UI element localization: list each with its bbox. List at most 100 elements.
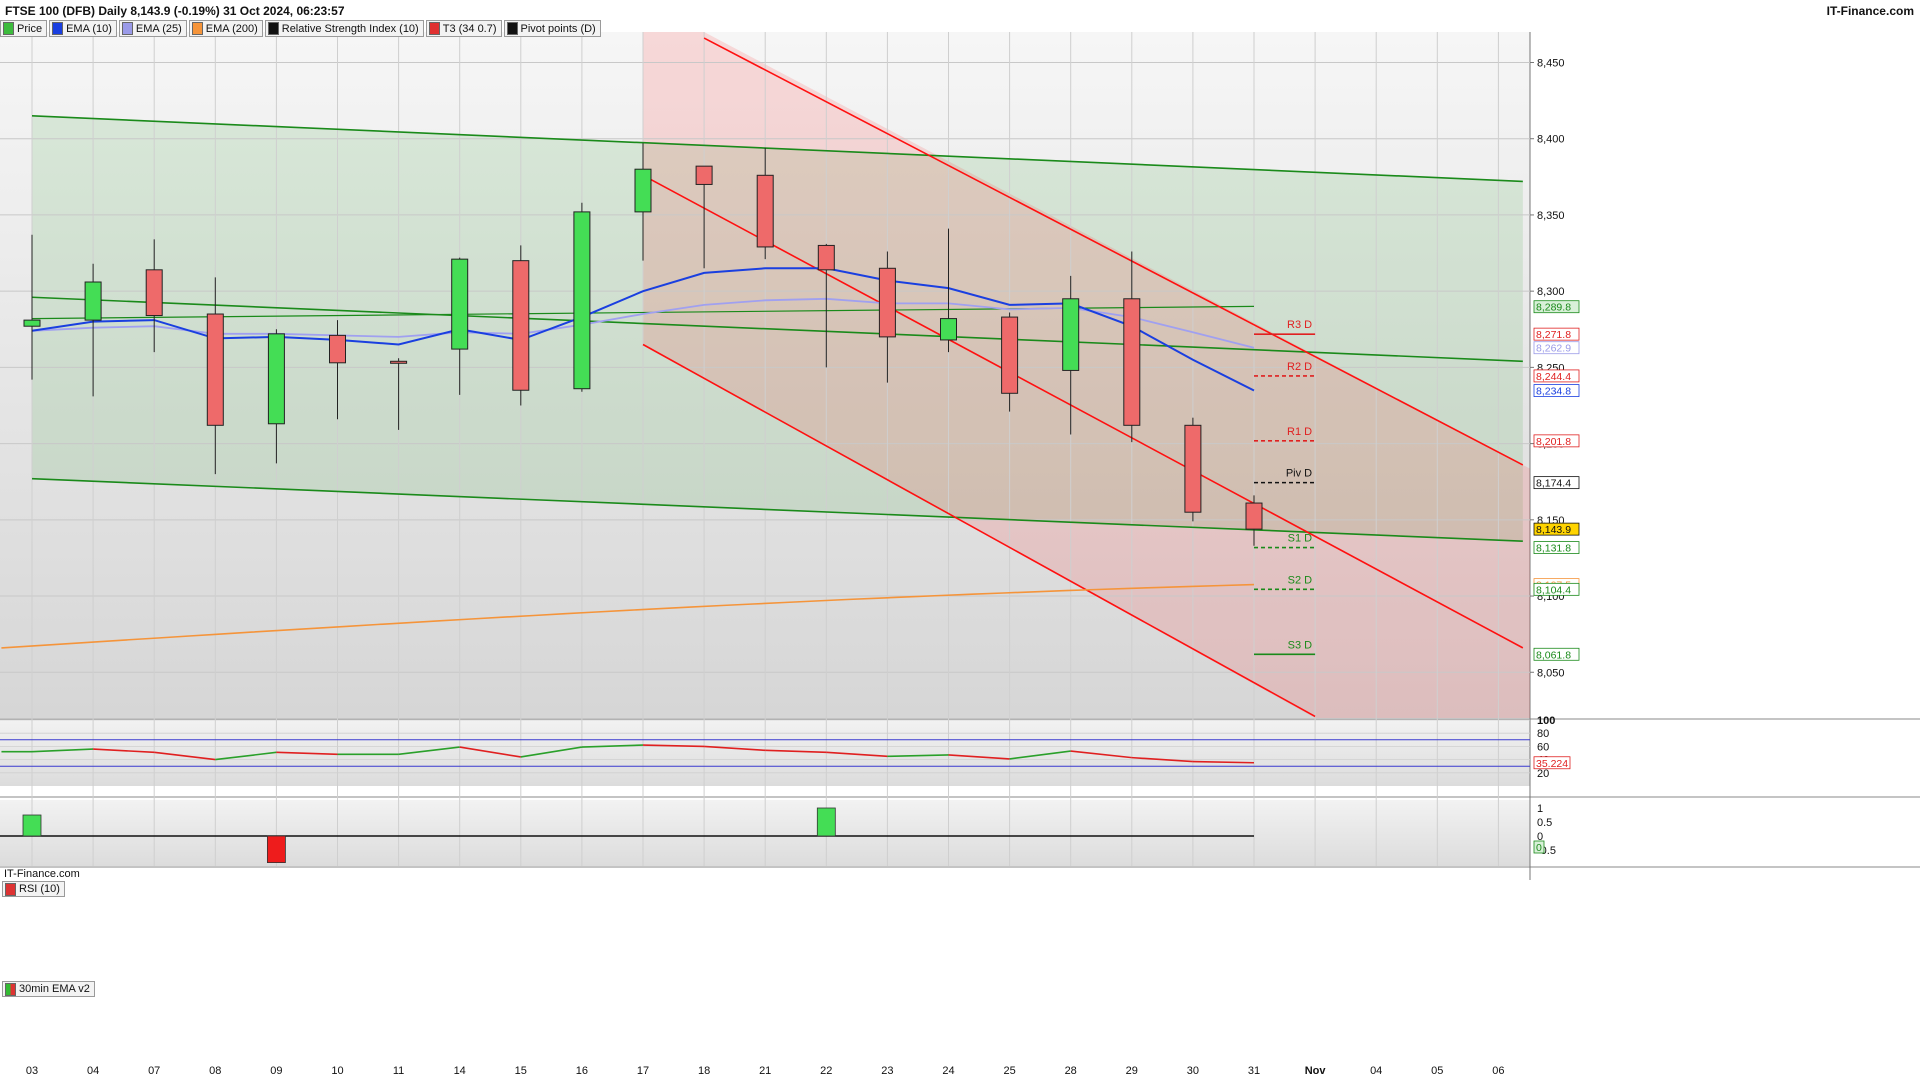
chart-title: FTSE 100 (DFB) Daily 8,143.9 (-0.19%) 31… [5,4,345,18]
x-tick-label: 14 [454,1065,466,1077]
candle-body [817,244,835,271]
rsi-swatch [5,882,16,896]
rsi-tick-label: 100 [1537,715,1555,727]
price-tag-label: 8,174.4 [1536,478,1571,490]
candle-body [878,267,896,338]
osc-swatch [5,982,16,996]
x-tick-label: 29 [1126,1065,1138,1077]
legend-item[interactable]: T3 (34 0.7) [425,20,502,37]
candle-body [23,319,41,327]
x-tick-label: 25 [1003,1065,1015,1077]
chart-canvas[interactable]: R3 D R2 D R1 D Piv D S1 D S2 D S3 D 8,350 8,300… [0,0,1920,1080]
candle-body [634,168,652,213]
legend-swatch [428,22,440,35]
y-tick-label: 8,300 [1537,286,1565,298]
legend-label: EMA (200) [205,22,258,35]
candle-body [1245,502,1263,530]
candle-body [756,174,774,248]
legend: Price EMA (10) EMA (25) EMA (200) Relative S… [0,20,603,37]
x-tick-label: 04 [1370,1065,1382,1077]
candle-body [390,360,408,364]
candle-body [940,318,957,341]
candle-body [573,211,591,390]
x-tick-label: 18 [698,1065,710,1077]
watermark: IT-Finance.com [4,868,80,880]
price-tag-label: 8,271.8 [1536,329,1571,341]
pivot-label: R3 D [1287,319,1312,331]
candle-body [84,281,102,321]
x-tick-label: 23 [881,1065,893,1077]
legend-item[interactable]: EMA (200) [188,20,263,37]
legend-label: Relative Strength Index (10) [281,22,419,35]
legend-label: EMA (10) [66,22,112,35]
candle-body [329,334,346,364]
rsi-tick-label: 80 [1537,728,1549,740]
osc-value-label: 0 [1536,842,1542,854]
osc-tick-label: 1 [1537,803,1543,815]
price-tag-label: 8,131.8 [1536,543,1571,555]
y-tick-label: 8,350 [1537,210,1565,222]
legend-item[interactable]: EMA (25) [118,20,187,37]
x-tick-label: 03 [26,1065,38,1077]
brand-label: IT-Finance.com [1826,4,1914,18]
price-tag-label: 8,143.9 [1536,524,1571,536]
candle-body [206,313,224,426]
x-tick-label: 31 [1248,1065,1260,1077]
candle-body [451,258,469,350]
price-tag-label: 8,201.8 [1536,436,1571,448]
pivot-label: R2 D [1287,361,1312,373]
x-tick-label: 21 [759,1065,771,1077]
x-tick-label: 22 [820,1065,832,1077]
candle-body [145,269,163,317]
price-tag-label: 8,234.8 [1536,386,1571,398]
x-tick-label: 24 [942,1065,954,1077]
osc-bar [266,835,286,864]
legend-swatch [191,22,203,35]
price-tag-label: 8,104.4 [1536,584,1571,596]
osc-panel-label[interactable]: 30min EMA v2 [2,981,95,997]
legend-label: Price [17,22,43,35]
x-tick-label: 17 [637,1065,649,1077]
y-tick-label: 8,400 [1537,134,1565,146]
osc-tick-label: 0.5 [1537,817,1552,829]
y-tick-label: 8,450 [1537,57,1565,69]
legend-swatch [267,22,279,35]
x-tick-label: 30 [1187,1065,1199,1077]
x-tick-label: 28 [1065,1065,1077,1077]
x-tick-label: 07 [148,1065,160,1077]
pivot-label: S2 D [1288,574,1313,586]
price-tag-label: 8,061.8 [1536,649,1571,661]
legend-item[interactable]: Relative Strength Index (10) [264,20,424,37]
x-tick-label: 06 [1492,1065,1504,1077]
pivot-label: Piv D [1286,468,1312,480]
price-tag-label: 8,244.4 [1536,371,1571,383]
legend-swatch [506,22,518,35]
pivot-label: R1 D [1287,426,1312,438]
price-tag-label: 8,289.8 [1536,302,1571,314]
x-tick-label: 04 [87,1065,99,1077]
candle-body [1001,316,1019,394]
osc-bar [22,814,42,837]
legend-label: T3 (34 0.7) [442,22,497,35]
y-tick-label: 8,050 [1537,667,1565,679]
candle-body [267,333,285,425]
osc-panel-title: 30min EMA v2 [19,983,90,995]
candle-body [1062,298,1080,371]
legend-swatch [121,22,133,35]
x-tick-label: Nov [1305,1065,1327,1077]
legend-item[interactable]: Pivot points (D) [503,20,601,37]
x-tick-label: 05 [1431,1065,1443,1077]
legend-item[interactable]: Price [0,20,48,37]
candle-body [695,165,713,185]
rsi-tick-label: 60 [1537,741,1549,753]
x-tick-label: 15 [515,1065,527,1077]
rsi-panel-label[interactable]: RSI (10) [2,881,65,897]
osc-bar [816,807,836,837]
pivot-label: S3 D [1288,639,1313,651]
legend-label: Pivot points (D) [520,22,596,35]
legend-swatch [3,22,14,35]
candle-body [1123,298,1141,426]
candle-body [512,260,530,391]
legend-item[interactable]: EMA (10) [49,20,117,37]
price-tag-label: 8,262.9 [1536,343,1571,355]
